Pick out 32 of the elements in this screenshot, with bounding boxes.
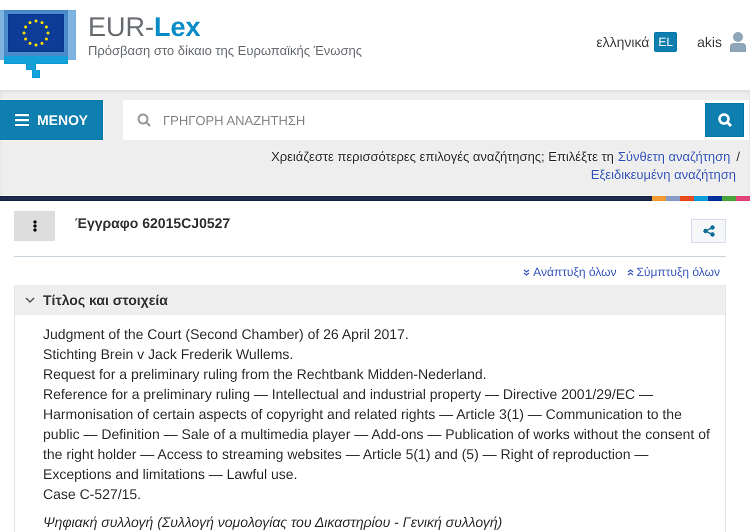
menu-icon [15, 114, 30, 126]
search-icon [137, 113, 151, 127]
section-text: Request for a preliminary ruling from the Rechtbank Midden-Nederland. [43, 365, 488, 384]
collapse-all-link[interactable]: Σύμπτυξη όλων [636, 265, 720, 279]
user-link[interactable]: akis [697, 34, 722, 50]
site-title[interactable]: EUR-Lex [88, 12, 362, 42]
section-text: Stichting Brein v Jack Frederik Wullems. [43, 345, 294, 364]
document-title: Έγγραφο 62015CJ0527 [75, 215, 232, 231]
section-text: Judgment of the Court (Second Chamber) of 26 April 2017. [43, 325, 410, 344]
section-header[interactable]: Τίτλος και στοιχεία [15, 285, 725, 315]
menu-button[interactable]: ΜΕΝΟΥ [0, 100, 103, 140]
double-chevron-down-icon [523, 269, 530, 276]
more-icon [32, 220, 36, 232]
section-text: Case C-527/15. [43, 485, 142, 504]
expert-search-link[interactable]: Εξειδικευμένη αναζήτηση [590, 167, 736, 182]
language-link[interactable]: ελληνικά [596, 34, 650, 50]
advanced-search-link[interactable]: Σύνθετη αναζήτηση [618, 149, 730, 164]
search-hint: Χρειάζεστε περισσότερες επιλογές αναζήτησης; Επιλέξτε τη [271, 149, 614, 164]
expand-all-link[interactable]: Ανάπτυξη όλων [533, 265, 616, 279]
separator: / [736, 149, 740, 164]
share-button[interactable] [691, 219, 726, 243]
search-field[interactable]: ΓΡΗΓΟΡΗ ΑΝΑΖΗΤΗΣΗ [123, 100, 749, 140]
section-text: Reference for a preliminary ruling — Intellectual and industrial property — Directive 2001/29/EC — Harmonisation of certain aspects of copyright and related rights — Article 3(1) — Communication to the public — Definition — Sale of a multimedia player — Add-ons — Publication of works without the consent of the right holder — Access to streaming websites — Article 5(1) and (5) — Right of reproduction — Exceptions and limitations — Lawful use. [43, 385, 711, 484]
share-icon [702, 225, 714, 237]
site-subtitle: Πρόσβαση στο δίκαιο της Ευρωπαϊκής Ένωσης [88, 43, 362, 58]
double-chevron-up-icon [626, 269, 634, 276]
chevron-icon [25, 296, 35, 304]
search-button[interactable] [705, 103, 744, 137]
user-icon[interactable] [730, 32, 746, 52]
search-icon [716, 112, 732, 128]
language-badge[interactable]: EL [654, 32, 678, 52]
collection-text: Ψηφιακή συλλογή (Συλλογή νομολογίας του Δικαστηρίου - Γενική συλλογή) [43, 513, 504, 532]
